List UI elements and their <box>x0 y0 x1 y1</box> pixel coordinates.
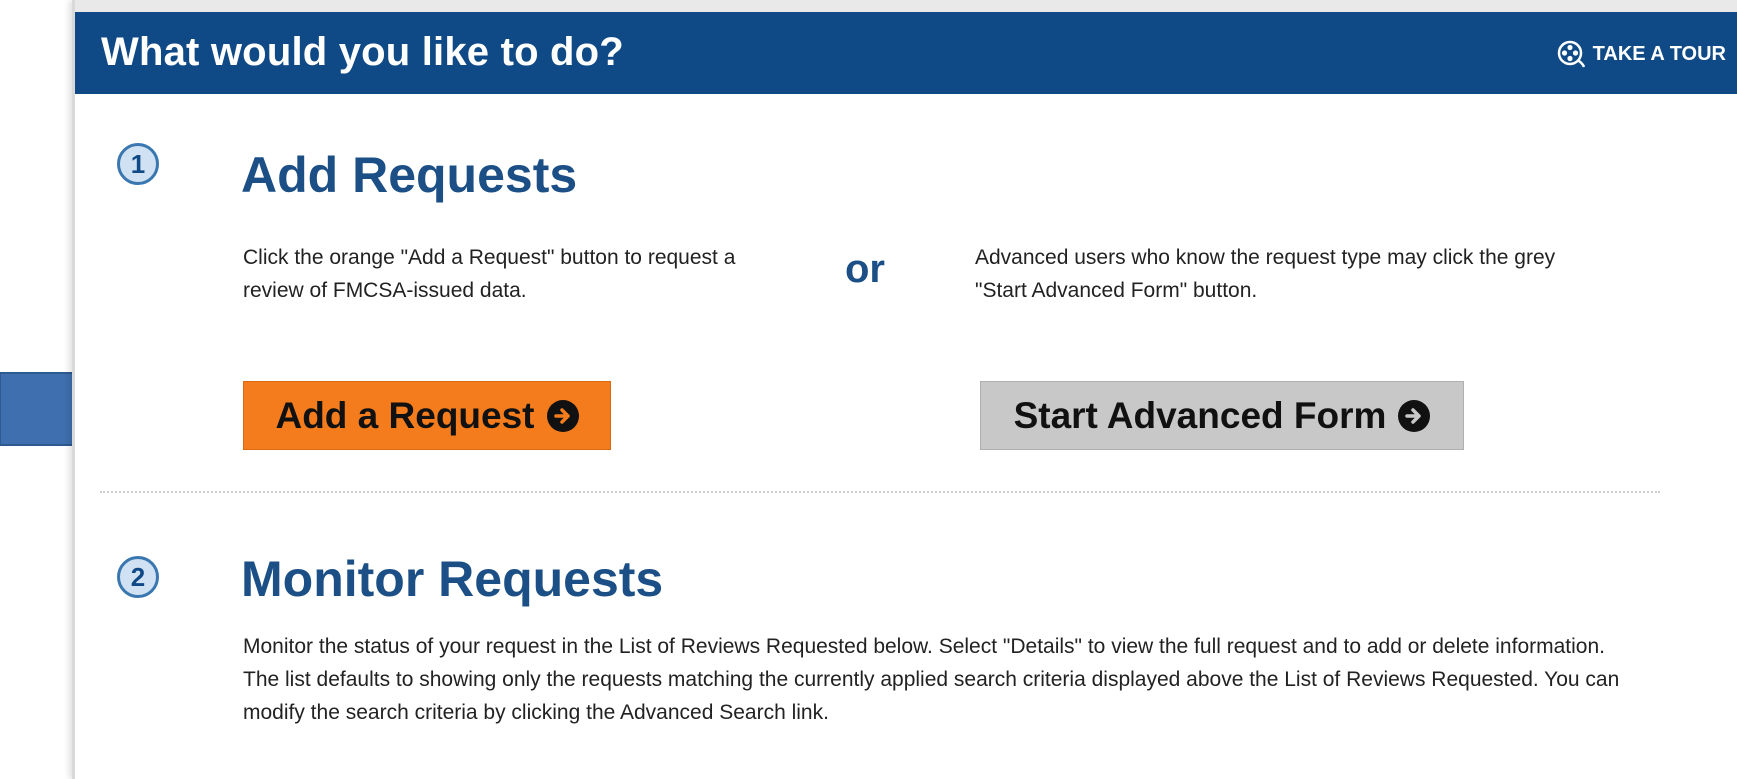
panel-header: What would you like to do? TAKE A TOUR <box>75 12 1737 94</box>
take-a-tour-link[interactable]: TAKE A TOUR <box>1557 40 1726 68</box>
step-2-badge: 2 <box>117 556 159 598</box>
or-label: or <box>845 247 885 291</box>
arrow-circle-right-icon <box>1398 399 1431 432</box>
add-a-request-label: Add a Request <box>275 394 535 436</box>
add-request-description: Click the orange "Add a Request" button … <box>243 246 736 302</box>
advanced-form-description: Advanced users who know the request type… <box>975 246 1556 302</box>
start-advanced-form-button[interactable]: Start Advanced Form <box>980 381 1464 450</box>
start-advanced-form-label: Start Advanced Form <box>1013 394 1387 436</box>
what-to-do-panel: What would you like to do? TAKE A TOUR 1… <box>72 0 1737 779</box>
section-divider <box>100 491 1660 493</box>
monitor-requests-heading: Monitor Requests <box>241 551 664 607</box>
top-strip <box>75 0 1737 12</box>
step-1-badge: 1 <box>117 143 159 185</box>
film-reel-icon <box>1557 40 1585 68</box>
arrow-circle-right-icon <box>546 399 579 432</box>
take-a-tour-label: TAKE A TOUR <box>1592 42 1726 65</box>
add-requests-heading: Add Requests <box>241 147 578 203</box>
add-a-request-button[interactable]: Add a Request <box>243 381 611 450</box>
monitor-requests-description: Monitor the status of your request in th… <box>243 635 1620 724</box>
panel-title: What would you like to do? <box>101 30 624 74</box>
